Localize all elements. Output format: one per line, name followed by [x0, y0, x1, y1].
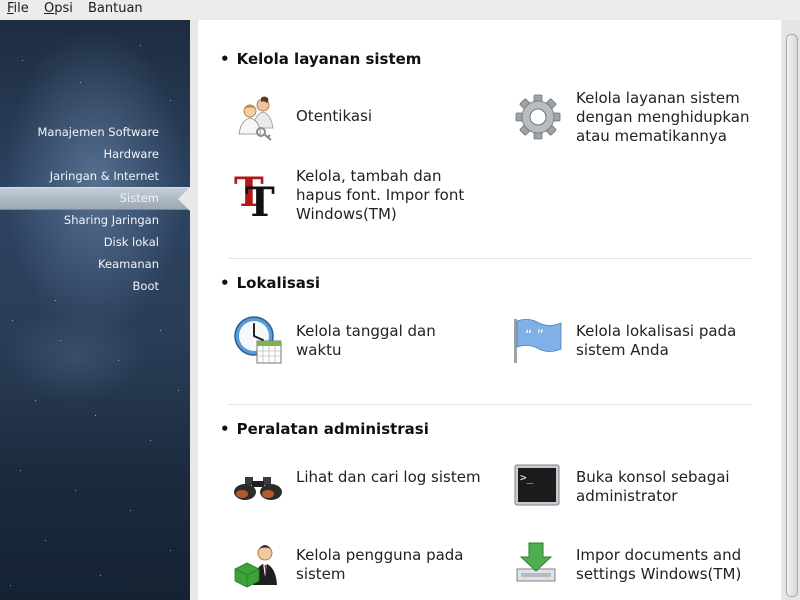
section-title-text: Lokalisasi [236, 274, 320, 292]
sidebar: Manajemen Software Hardware Jaringan & I… [0, 20, 190, 600]
tool-tanggal-waktu[interactable]: Kelola tanggal dan waktu [233, 315, 483, 367]
tool-label: Kelola pengguna pada sistem [296, 546, 464, 583]
menubar: File Opsi Bantuan [0, 0, 800, 20]
section-title-text: Peralatan administrasi [236, 420, 429, 438]
sidebar-item-sistem[interactable]: Sistem [120, 188, 159, 208]
menu-opsi[interactable]: Opsi [44, 1, 73, 16]
tool-otentikasi[interactable]: Otentikasi [233, 92, 483, 144]
sidebar-item-jaringan-internet[interactable]: Jaringan & Internet [50, 166, 159, 186]
tool-label: Otentikasi [296, 107, 373, 125]
menu-bantuan-label: Bantuan [88, 1, 143, 16]
tool-label: Kelola, tambah dan hapus font. Impor fon… [296, 167, 465, 223]
tool-label: Lihat dan cari log sistem [296, 468, 481, 486]
sidebar-selection-highlight [0, 187, 190, 211]
section-title-kelola-layanan: • Kelola layanan sistem [220, 50, 422, 68]
tool-konsol-admin[interactable]: >_ Buka konsol sebagai administrator [513, 461, 773, 513]
svg-text:“ ”: “ ” [525, 328, 544, 344]
svg-text:T: T [245, 179, 275, 218]
svg-text:>_: >_ [520, 471, 534, 484]
tool-kelola-pengguna[interactable]: Kelola pengguna pada sistem [233, 539, 483, 591]
section-divider [228, 258, 752, 259]
font-icon: T T [233, 168, 283, 226]
tool-label: Buka konsol sebagai administrator [576, 468, 730, 505]
main-content: • Kelola layanan sistem Otentikasi Kelol… [198, 20, 781, 600]
sidebar-item-sharing-jaringan[interactable]: Sharing Jaringan [64, 210, 159, 230]
scrollbar-thumb[interactable] [786, 34, 798, 597]
sidebar-item-boot[interactable]: Boot [133, 276, 159, 296]
binoculars-icon [233, 461, 283, 511]
menu-opsi-label: psi [54, 1, 73, 16]
sidebar-item-keamanan[interactable]: Keamanan [98, 254, 159, 274]
menu-file[interactable]: File [7, 1, 29, 16]
menu-opsi-mnemonic: O [44, 1, 55, 16]
tool-kelola-layanan[interactable]: Kelola layanan sistem dengan menghidupka… [513, 89, 773, 164]
flag-icon: “ ” [513, 315, 563, 365]
sidebar-item-hardware[interactable]: Hardware [103, 144, 159, 164]
section-title-peralatan-administrasi: • Peralatan administrasi [220, 420, 429, 438]
section-title-lokalisasi: • Lokalisasi [220, 274, 320, 292]
tool-label: Kelola layanan sistem dengan menghidupka… [576, 89, 750, 145]
users-key-icon [233, 92, 283, 142]
tool-label: Impor documents and settings Windows(TM) [576, 546, 742, 583]
tool-label: Kelola tanggal dan waktu [296, 322, 436, 359]
tool-log-sistem[interactable]: Lihat dan cari log sistem [233, 461, 483, 513]
gear-icon [513, 92, 563, 142]
user-manager-icon [233, 539, 283, 589]
terminal-icon: >_ [513, 461, 563, 511]
tool-impor-windows[interactable]: Impor documents and settings Windows(TM) [513, 539, 773, 591]
section-title-text: Kelola layanan sistem [236, 50, 422, 68]
sidebar-item-disk-lokal[interactable]: Disk lokal [104, 232, 159, 252]
vertical-scrollbar[interactable] [783, 20, 800, 600]
tool-label: Kelola lokalisasi pada sistem Anda [576, 322, 737, 359]
clock-calendar-icon [233, 315, 283, 365]
tool-kelola-font[interactable]: T T Kelola, tambah dan hapus font. Impor… [233, 167, 483, 228]
menu-bantuan[interactable]: Bantuan [88, 1, 143, 16]
tool-lokalisasi[interactable]: “ ” Kelola lokalisasi pada sistem Anda [513, 315, 773, 367]
sidebar-item-manajemen-software[interactable]: Manajemen Software [38, 122, 160, 142]
menu-file-label: ile [13, 1, 29, 16]
import-icon [513, 539, 563, 589]
section-divider [228, 404, 752, 405]
